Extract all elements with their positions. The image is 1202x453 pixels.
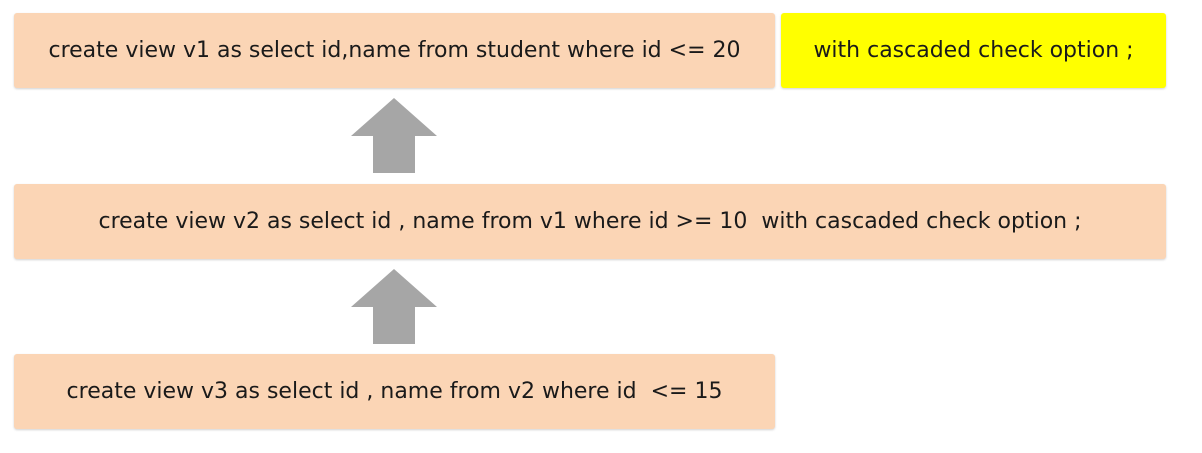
up-arrow-icon (351, 269, 437, 344)
view-v1-text: create view v1 as select id,name from st… (48, 38, 741, 63)
view-v1-box: create view v1 as select id,name from st… (14, 13, 775, 88)
up-arrow-icon (351, 98, 437, 173)
view-v2-text: create view v2 as select id , name from … (98, 209, 1082, 234)
v1-check-option-box: with cascaded check option ; (781, 13, 1166, 88)
view-v3-box: create view v3 as select id , name from … (14, 354, 775, 429)
view-v2-box: create view v2 as select id , name from … (14, 184, 1166, 259)
view-v3-text: create view v3 as select id , name from … (66, 379, 723, 404)
v1-check-option-text: with cascaded check option ; (813, 38, 1134, 63)
